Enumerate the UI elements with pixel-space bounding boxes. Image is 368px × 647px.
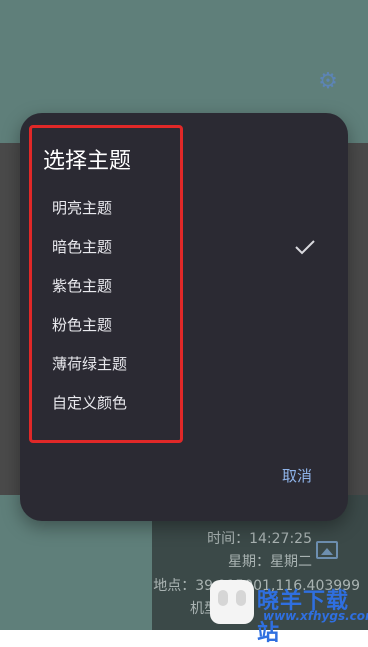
theme-dialog: 选择主题 明亮主题 暗色主题 紫色主题 粉色主题 薄荷绿主题 自定义颜色 取消 — [20, 113, 348, 521]
theme-option-pink[interactable]: 粉色主题 — [20, 306, 348, 345]
info-weekday: 星期：星期二 — [228, 554, 312, 570]
dialog-title: 选择主题 — [43, 149, 132, 174]
option-label: 粉色主题 — [52, 316, 113, 334]
watermark-url: www.xfhygs.com — [263, 609, 368, 623]
option-label: 薄荷绿主题 — [52, 355, 128, 373]
theme-option-purple[interactable]: 紫色主题 — [20, 267, 348, 306]
theme-option-dark[interactable]: 暗色主题 — [20, 228, 348, 267]
theme-option-mint[interactable]: 薄荷绿主题 — [20, 345, 348, 384]
option-label: 暗色主题 — [52, 238, 113, 256]
theme-option-list: 明亮主题 暗色主题 紫色主题 粉色主题 薄荷绿主题 自定义颜色 — [20, 189, 348, 423]
option-label: 自定义颜色 — [52, 394, 128, 412]
option-label: 明亮主题 — [52, 199, 113, 217]
gallery-icon[interactable] — [316, 541, 338, 559]
theme-option-custom[interactable]: 自定义颜色 — [20, 384, 348, 423]
cancel-button[interactable]: 取消 — [278, 461, 316, 490]
theme-option-light[interactable]: 明亮主题 — [20, 189, 348, 228]
checkmark-icon — [295, 228, 315, 267]
watermark-logo — [210, 580, 254, 624]
option-label: 紫色主题 — [52, 277, 113, 295]
gear-icon[interactable]: ⚙ — [316, 70, 340, 94]
info-time: 时间：14:27:25 — [207, 531, 312, 547]
